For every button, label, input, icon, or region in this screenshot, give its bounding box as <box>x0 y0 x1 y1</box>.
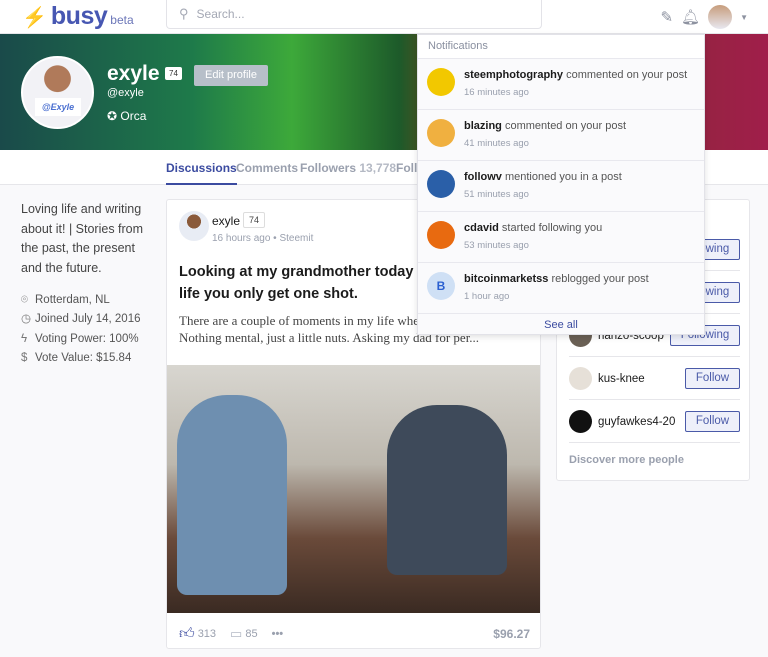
more-icon[interactable]: ••• <box>272 628 284 640</box>
avatar <box>427 221 455 249</box>
beta-badge: beta <box>110 13 134 27</box>
rank: ✪ Orca <box>107 109 146 123</box>
rank-label: Orca <box>120 109 147 123</box>
edit-profile-button[interactable]: Edit profile <box>194 65 268 86</box>
voting-power: Voting Power: 100% <box>35 332 139 345</box>
comment-icon[interactable]: ▭ <box>230 626 242 642</box>
bitcoin-avatar: B <box>427 272 455 300</box>
notification-item[interactable]: blazing commented on your post 41 minutes… <box>418 110 704 161</box>
followers-count: 13,778 <box>359 161 397 175</box>
discover-more-link[interactable]: Discover more people <box>569 454 684 466</box>
notification-time: 16 minutes ago <box>464 87 529 98</box>
payout: $96.27 <box>493 627 530 641</box>
notification-user[interactable]: bitcoinmarketss <box>464 273 548 285</box>
notification-user[interactable]: cdavid <box>464 222 499 234</box>
avatar <box>427 170 455 198</box>
avatar-sign: @Exyle <box>35 98 81 116</box>
avatar <box>427 68 455 96</box>
list-item: kus-knee Follow <box>569 358 740 400</box>
post-footer: 👍︎ 313 ▭ 85 ••• $96.27 <box>179 625 530 643</box>
post-app: Steemit <box>279 233 314 244</box>
badge-icon: ✪ <box>107 109 121 123</box>
tab-followers[interactable]: Followers 13,778 <box>300 161 396 175</box>
post-author[interactable]: exyle <box>212 214 240 228</box>
avatar[interactable] <box>569 367 592 390</box>
tab-discussions[interactable]: Discussions <box>166 161 237 185</box>
notification-user[interactable]: followv <box>464 171 502 183</box>
notification-item[interactable]: steemphotography commented on your post 1… <box>418 59 704 110</box>
notification-item[interactable]: cdavid started following you 53 minutes a… <box>418 212 704 263</box>
notification-item[interactable]: followv mentioned you in a post 51 minute… <box>418 161 704 212</box>
vote-value: Vote Value: $15.84 <box>35 351 132 364</box>
user-name[interactable]: guyfawkes4-20 <box>598 416 685 428</box>
profile-avatar: @Exyle <box>21 56 94 129</box>
post-image[interactable] <box>167 365 540 613</box>
bolt-icon: ϟ <box>21 332 28 345</box>
follow-button[interactable]: Follow <box>685 411 740 432</box>
post-time[interactable]: 16 hours ago <box>212 233 270 244</box>
see-all-link[interactable]: See all <box>418 314 704 331</box>
avatar <box>427 119 455 147</box>
notification-user[interactable]: blazing <box>464 120 502 132</box>
notification-time: 1 hour ago <box>464 291 510 302</box>
search-input[interactable]: ⚲ Search... <box>166 0 542 29</box>
bio: Loving life and writing about it! | Stor… <box>21 202 144 275</box>
notification-action: reblogged your post <box>551 273 649 285</box>
tab-comments[interactable]: Comments <box>236 161 298 175</box>
notification-time: 41 minutes ago <box>464 138 529 149</box>
thumbs-up-icon[interactable]: 👍︎ <box>179 625 195 643</box>
follow-button[interactable]: Follow <box>685 368 740 389</box>
write-icon[interactable]: ✎ <box>660 8 673 26</box>
post-meta: 16 hours ago • Steemit <box>212 233 314 244</box>
notifications-dropdown: Notifications steemphotography commented… <box>417 34 705 335</box>
notification-action: started following you <box>501 222 603 234</box>
logo-text: busy <box>50 2 108 30</box>
chevron-down-icon[interactable]: ▼ <box>740 13 748 22</box>
notification-action: commented on your post <box>504 120 627 132</box>
notification-time: 51 minutes ago <box>464 189 529 200</box>
search-placeholder: Search... <box>196 7 245 21</box>
avatar[interactable] <box>708 5 733 29</box>
user-name[interactable]: kus-knee <box>598 373 685 385</box>
notification-item[interactable]: Bbitcoinmarketss reblogged your post 1 ho… <box>418 263 704 314</box>
bell-icon[interactable]: 🔔︎ <box>681 8 700 26</box>
notification-user[interactable]: steemphotography <box>464 69 563 81</box>
notification-action: commented on your post <box>566 69 688 81</box>
notifications-title: Notifications <box>418 35 704 59</box>
logo[interactable]: ⚡ busy beta <box>22 2 134 31</box>
tab-label: Followers <box>300 161 357 175</box>
avatar[interactable] <box>569 410 592 433</box>
dollar-icon: $ <box>21 351 28 364</box>
comment-count: 85 <box>245 628 258 640</box>
notification-time: 53 minutes ago <box>464 240 529 251</box>
reputation-badge: 74 <box>165 67 182 80</box>
location-icon: ⌾ <box>21 294 28 306</box>
bolt-icon: ⚡ <box>22 7 47 29</box>
location: Rotterdam, NL <box>35 294 110 306</box>
author-avatar[interactable] <box>179 211 209 241</box>
profile-name: exyle <box>107 62 160 85</box>
search-icon: ⚲ <box>179 6 189 21</box>
top-bar: ⚡ busy beta ⚲ Search... ✎ 🔔︎ ▼ <box>0 0 768 34</box>
notification-action: mentioned you in a post <box>504 171 622 183</box>
joined: Joined July 14, 2016 <box>35 313 141 326</box>
author-reputation: 74 <box>243 212 266 228</box>
profile-meta: ⌾ Rotterdam, NL ◷ Joined July 14, 2016 ϟ Vo… <box>21 291 141 368</box>
list-item: guyfawkes4-20 Follow <box>569 401 740 443</box>
clock-icon: ◷ <box>21 313 32 326</box>
like-count: 313 <box>197 628 217 640</box>
profile-handle: @exyle <box>107 87 144 99</box>
